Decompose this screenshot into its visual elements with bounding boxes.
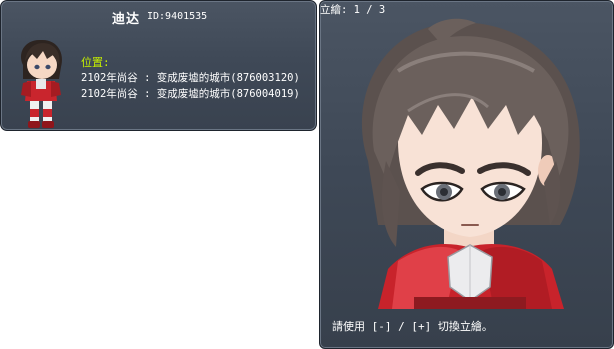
npc-avatar (9, 35, 73, 130)
npc-viewer: 迪达 ID:9401535 位置: 2102年尚谷 : 变成废墟的城市(8760… (0, 0, 614, 349)
location-entry: 2102年尚谷 : 变成废墟的城市(876004019) (81, 88, 300, 100)
npc-info-panel: 迪达 ID:9401535 位置: 2102年尚谷 : 变成废墟的城市(8760… (0, 0, 317, 131)
npc-name: 迪达 (112, 12, 141, 27)
portrait-panel: 立繪: 1 / 3 請使用 [-] / [+] 切換立繪。 (319, 0, 614, 349)
npc-sprite-image (21, 39, 63, 128)
npc-portrait-image (361, 18, 580, 309)
location-label: 位置: (81, 56, 110, 69)
npc-id: ID:9401535 (147, 11, 208, 22)
portrait-switch-hint: 請使用 [-] / [+] 切換立繪。 (332, 320, 493, 333)
location-entry: 2102年尚谷 : 变成废墟的城市(876003120) (81, 72, 300, 84)
